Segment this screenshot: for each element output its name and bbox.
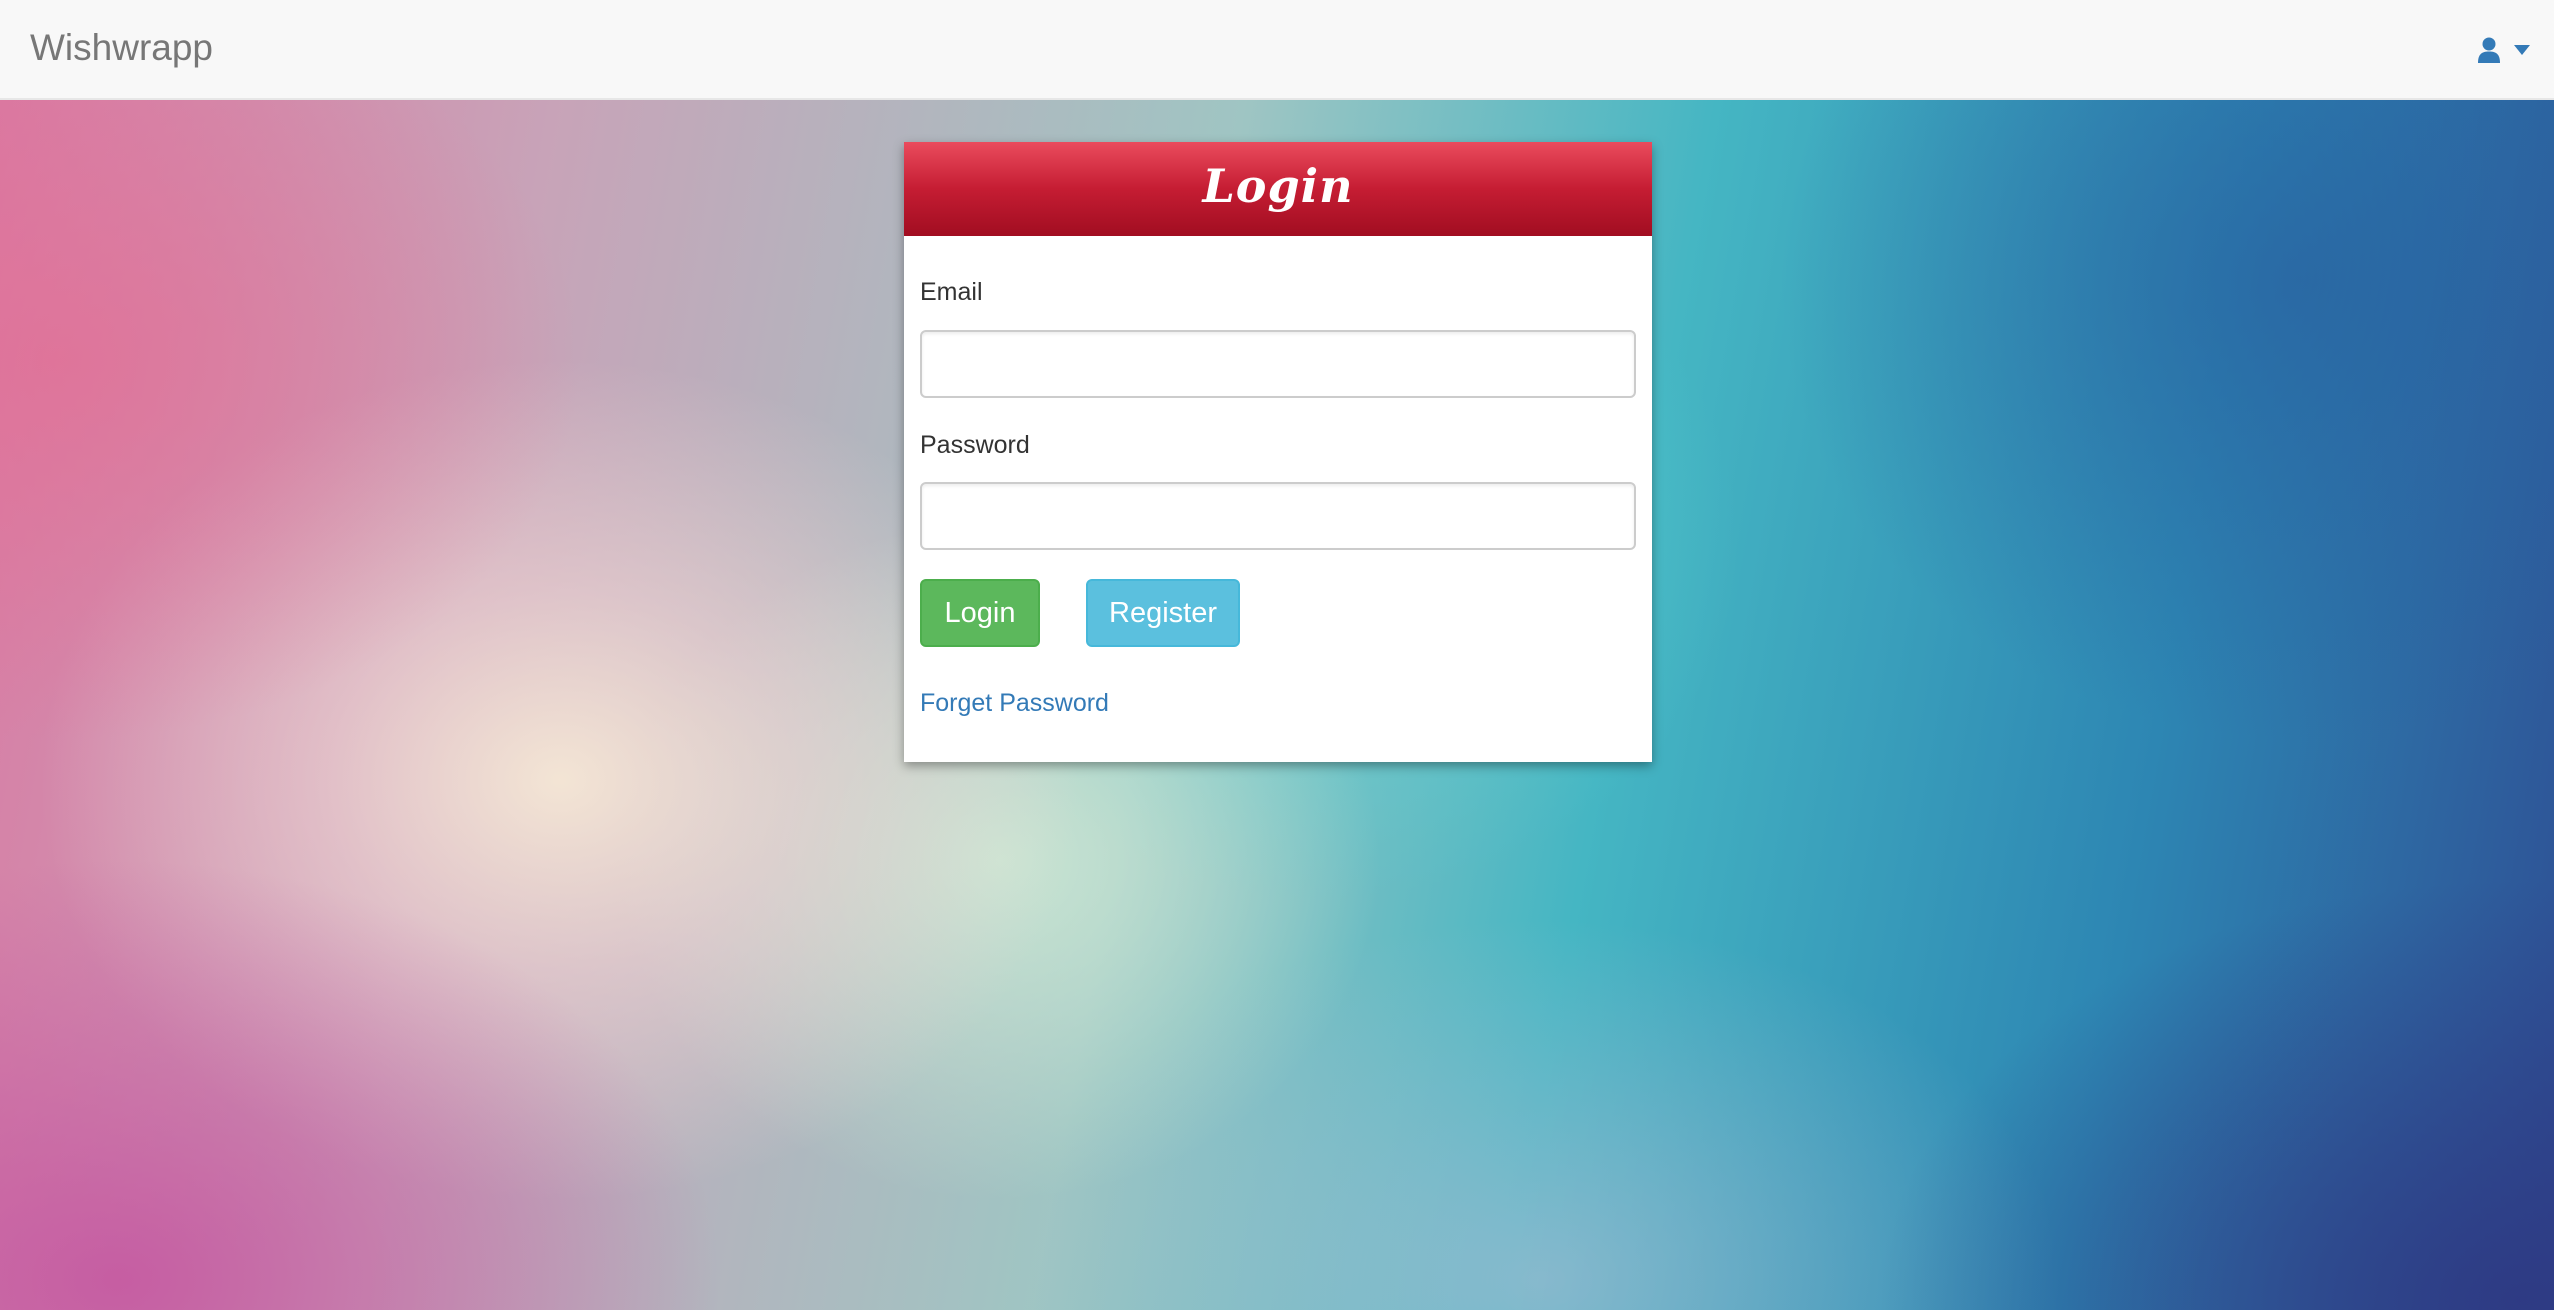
forgot-password-link[interactable]: Forget Password [920,688,1109,718]
email-input[interactable] [920,330,1636,398]
password-input[interactable] [920,482,1636,550]
brand-logo[interactable]: Wishwrapp [30,26,213,70]
login-panel-heading: Login [904,142,1652,236]
login-title: Login [1202,159,1354,213]
user-icon [2478,37,2500,63]
top-navbar: Wishwrapp [0,0,2554,100]
caret-down-icon [2514,45,2530,55]
login-panel: Login Email Password Login Register [904,142,1652,762]
user-menu-dropdown[interactable] [2478,30,2530,70]
login-button[interactable]: Login [920,579,1040,647]
email-label: Email [920,278,983,306]
password-label: Password [920,431,1030,459]
register-button[interactable]: Register [1086,579,1240,647]
